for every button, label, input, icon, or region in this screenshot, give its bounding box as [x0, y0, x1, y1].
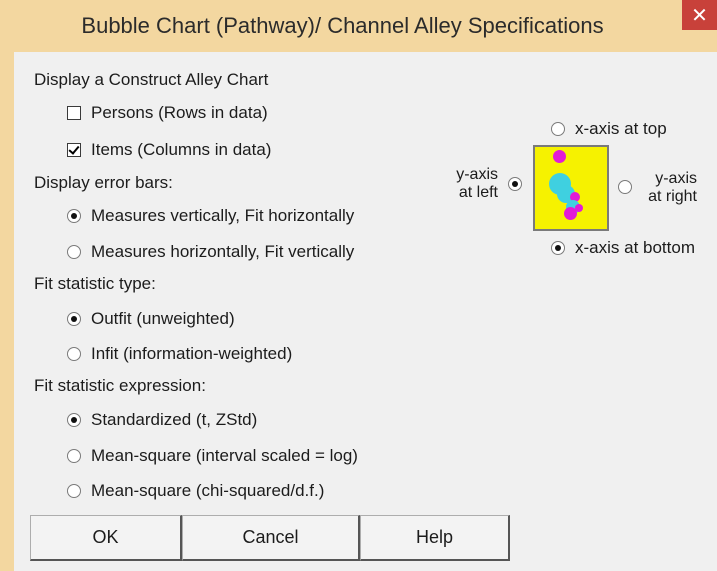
option-label: Mean-square (chi-squared/d.f.) — [91, 481, 325, 500]
option-label: Standardized (t, ZStd) — [91, 410, 258, 429]
radio-button[interactable] — [67, 413, 81, 427]
fit-expression-option-mean-square-chi[interactable]: Mean-square (chi-squared/d.f.) — [67, 481, 324, 501]
y-axis-left-radio[interactable] — [508, 177, 522, 191]
help-button[interactable]: Help — [360, 515, 510, 561]
fit-expression-option-mean-square-log[interactable]: Mean-square (interval scaled = log) — [67, 446, 358, 466]
persons-label: Persons (Rows in data) — [91, 103, 268, 122]
y-axis-right-line1: y-axis — [655, 170, 697, 187]
construct-alley-heading: Display a Construct Alley Chart — [34, 70, 269, 89]
preview-bubble-magenta — [553, 150, 566, 163]
fit-expression-option-standardized[interactable]: Standardized (t, ZStd) — [67, 410, 257, 430]
radio-button[interactable] — [67, 209, 81, 223]
option-label: Infit (information-weighted) — [91, 344, 293, 363]
option-label: Mean-square (interval scaled = log) — [91, 446, 358, 465]
radio-button[interactable] — [67, 449, 81, 463]
radio-button[interactable] — [551, 241, 565, 255]
window-border — [0, 52, 14, 571]
persons-checkbox[interactable] — [67, 106, 81, 120]
items-label: Items (Columns in data) — [91, 140, 272, 159]
dialog-window: Bubble Chart (Pathway)/ Channel Alley Sp… — [0, 0, 717, 571]
y-axis-left-line1: y-axis — [456, 166, 498, 183]
fit-type-option-outfit[interactable]: Outfit (unweighted) — [67, 309, 235, 329]
title-bar[interactable]: Bubble Chart (Pathway)/ Channel Alley Sp… — [0, 0, 717, 52]
option-label: Measures horizontally, Fit vertically — [91, 242, 355, 261]
x-axis-bottom-option[interactable]: x-axis at bottom — [551, 238, 695, 258]
y-axis-left-line2: at left — [458, 184, 498, 201]
cancel-button[interactable]: Cancel — [182, 515, 360, 561]
option-label: x-axis at top — [575, 119, 667, 138]
radio-button[interactable] — [67, 484, 81, 498]
preview-bubble-magenta — [575, 204, 583, 212]
y-axis-right-radio[interactable] — [618, 180, 632, 194]
radio-button[interactable] — [67, 245, 81, 259]
radio-button[interactable] — [67, 312, 81, 326]
window-title: Bubble Chart (Pathway)/ Channel Alley Sp… — [81, 13, 604, 38]
bubble-chart-preview — [533, 145, 609, 231]
y-axis-right-line2: at right — [648, 188, 697, 205]
items-checkbox[interactable] — [67, 143, 81, 157]
error-bars-heading: Display error bars: — [34, 173, 173, 192]
radio-button[interactable] — [551, 122, 565, 136]
option-label: Measures vertically, Fit horizontally — [91, 206, 355, 225]
x-axis-top-option[interactable]: x-axis at top — [551, 119, 667, 139]
y-axis-left-label: y-axis at left — [443, 166, 498, 202]
items-checkbox-row[interactable]: Items (Columns in data) — [67, 140, 271, 160]
option-label: x-axis at bottom — [575, 238, 695, 257]
y-axis-right-label: y-axis at right — [637, 170, 697, 206]
close-icon[interactable]: ✕ — [682, 0, 717, 30]
fit-type-heading: Fit statistic type: — [34, 274, 156, 293]
error-bars-option-vertical[interactable]: Measures vertically, Fit horizontally — [67, 206, 354, 226]
persons-checkbox-row[interactable]: Persons (Rows in data) — [67, 103, 268, 123]
error-bars-option-horizontal[interactable]: Measures horizontally, Fit vertically — [67, 242, 354, 262]
fit-expression-heading: Fit statistic expression: — [34, 376, 206, 395]
option-label: Outfit (unweighted) — [91, 309, 235, 328]
fit-type-option-infit[interactable]: Infit (information-weighted) — [67, 344, 292, 364]
ok-button[interactable]: OK — [30, 515, 182, 561]
radio-button[interactable] — [67, 347, 81, 361]
